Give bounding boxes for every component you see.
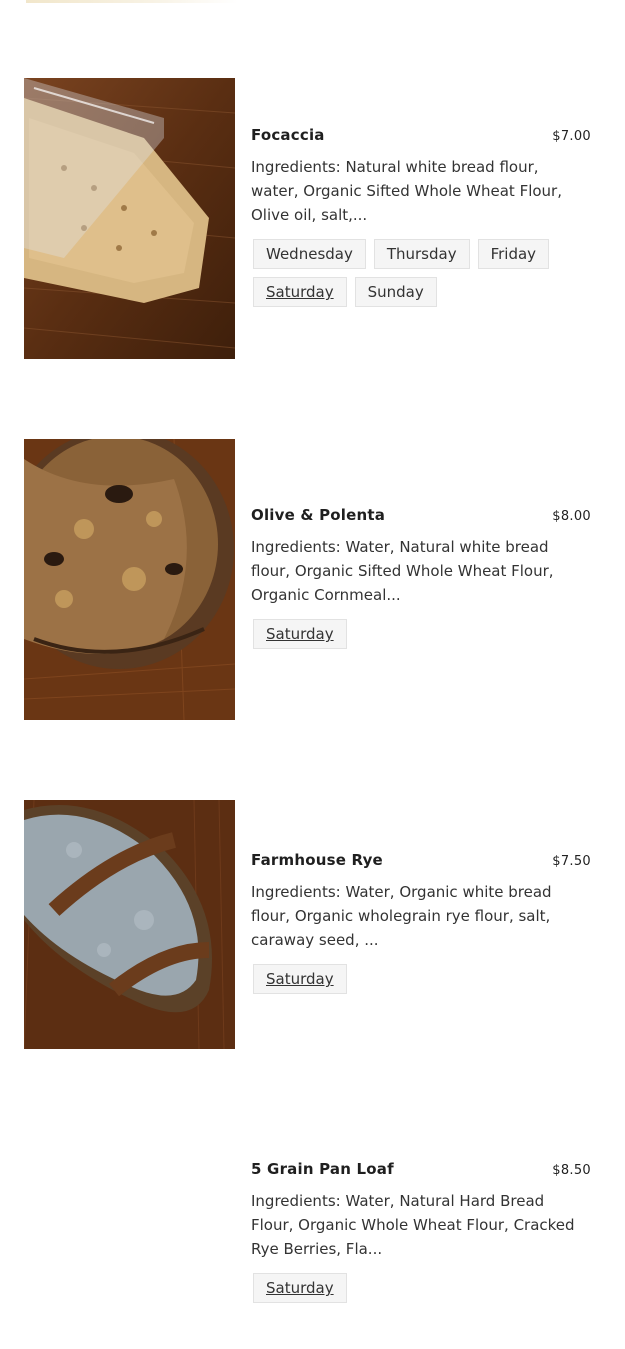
product-name[interactable]: Focaccia — [251, 126, 325, 144]
day-tag-saturday[interactable]: Saturday — [253, 964, 347, 994]
product-price: $8.00 — [552, 509, 591, 524]
availability-days: Wednesday Thursday Friday Saturday Sunday — [253, 239, 593, 315]
product-ingredients: Ingredients: Water, Organic white bread … — [251, 883, 552, 949]
product-price: $7.00 — [552, 129, 591, 144]
day-tag-saturday[interactable]: Saturday — [253, 619, 347, 649]
product-name[interactable]: 5 Grain Pan Loaf — [251, 1160, 394, 1178]
product-price: $8.50 — [552, 1163, 591, 1178]
product-image[interactable] — [24, 78, 235, 359]
product-price: $7.50 — [552, 854, 591, 869]
availability-days: Saturday — [253, 1273, 593, 1311]
availability-days: Saturday — [253, 619, 593, 657]
product-name[interactable]: Farmhouse Rye — [251, 851, 383, 869]
product-name[interactable]: Olive & Polenta — [251, 506, 385, 524]
day-tag-wednesday[interactable]: Wednesday — [253, 239, 366, 269]
day-tag-friday[interactable]: Friday — [477, 239, 550, 269]
day-tag-thursday[interactable]: Thursday — [373, 239, 470, 269]
previous-item-image-edge — [26, 0, 238, 3]
product-image[interactable] — [24, 439, 235, 720]
product-ingredients: Ingredients: Water, Natural Hard Bread F… — [251, 1192, 575, 1258]
product-ingredients: Ingredients: Water, Natural white bread … — [251, 538, 554, 604]
product-image[interactable] — [24, 800, 235, 1049]
availability-days: Saturday — [253, 964, 593, 1002]
day-tag-sunday[interactable]: Sunday — [354, 277, 437, 307]
product-ingredients: Ingredients: Natural white bread flour, … — [251, 158, 562, 224]
day-tag-saturday[interactable]: Saturday — [253, 277, 347, 307]
day-tag-saturday[interactable]: Saturday — [253, 1273, 347, 1303]
